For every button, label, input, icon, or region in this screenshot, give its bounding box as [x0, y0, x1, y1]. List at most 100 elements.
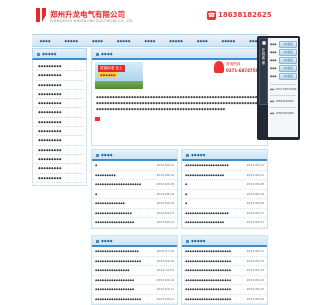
- nav-item[interactable]: ◆◆◆◆: [84, 39, 110, 43]
- list-item[interactable]: ◆◆◆◆◆◆◆◆◆◆◆◆◆◆◆◆ 2013-08-27: [92, 209, 177, 218]
- nav-item[interactable]: ◆◆◆◆: [32, 39, 58, 43]
- qq-contact-row: ◆◆◆ QQ交谈: [270, 64, 297, 72]
- article-left-title: ◆◆◆◆: [101, 238, 113, 243]
- sidebar-item[interactable]: ◆◆◆◆◆◆◆◆◆: [36, 155, 83, 165]
- list-item[interactable]: ◆◆◆◆◆◆◆◆◆◆◆◆◆◆◆◆◆◆◆◆ 2013-08-28: [92, 180, 177, 190]
- news-title[interactable]: ◆◆◆◆◆◆◆◆◆◆◆◆◆◆◆: [95, 266, 157, 275]
- sidebar-item[interactable]: ◆◆◆◆◆◆◆◆◆: [36, 146, 83, 155]
- news-title[interactable]: ◆: [185, 199, 247, 208]
- list-item[interactable]: ◆◆◆◆◆◆◆◆◆◆◆◆◆◆◆◆◆◆◆◆ 2013-08-19: [182, 266, 267, 276]
- news-title[interactable]: ◆◆◆◆◆◆◆◆◆◆◆◆◆◆◆◆◆◆◆◆: [185, 257, 247, 266]
- list-item[interactable]: ◆ 2013-08-29: [182, 190, 267, 199]
- news-title[interactable]: ◆◆◆◆◆◆◆◆◆◆◆◆◆◆◆◆◆◆◆◆: [185, 266, 247, 275]
- news-title[interactable]: ◆◆◆◆◆◆◆◆◆◆◆◆◆◆◆◆◆◆◆: [185, 209, 247, 218]
- more-icon[interactable]: [95, 117, 100, 121]
- sidebar-item[interactable]: ◆◆◆◆◆◆◆◆◆: [36, 62, 83, 72]
- news-title[interactable]: ◆◆◆◆◆◆◆◆◆◆◆◆◆◆◆◆◆◆◆: [95, 247, 157, 256]
- list-item[interactable]: ◆◆◆◆◆◆◆◆◆◆◆◆◆◆◆◆◆◆◆◆ 2013-08-21: [92, 295, 177, 304]
- qq-chat-button[interactable]: QQ交谈: [279, 40, 297, 48]
- news-title[interactable]: ◆◆◆◆◆◆◆◆◆◆◆◆◆◆◆◆◆: [95, 276, 157, 285]
- list-item[interactable]: ◆◆◆◆◆◆◆◆◆◆◆◆◆◆◆◆◆◆◆◆ 2013-08-29: [182, 295, 267, 304]
- news-title[interactable]: ◆◆◆◆◆◆◆◆◆◆◆◆◆◆◆◆◆: [95, 285, 157, 294]
- list-item[interactable]: ◆◆◆◆◆◆◆◆◆◆◆◆◆◆◆◆◆◆◆ 2013-08-21: [182, 161, 267, 171]
- news-title[interactable]: ◆: [95, 161, 157, 170]
- news-date: 2013-08-23: [246, 258, 264, 263]
- qq-chat-button[interactable]: QQ交谈: [279, 48, 297, 56]
- divider: [270, 95, 296, 96]
- news-date: 2013-08-19: [246, 268, 264, 272]
- sidebar-item[interactable]: ◆◆◆◆◆◆◆◆◆: [36, 108, 83, 118]
- nav-item[interactable]: ◆◆◆◆◆: [163, 39, 189, 43]
- sidebar-item[interactable]: ◆◆◆◆◆◆◆◆◆: [36, 164, 83, 174]
- sidebar-item[interactable]: ◆◆◆◆◆◆◆◆◆: [36, 99, 83, 109]
- news-title[interactable]: ◆◆◆◆◆◆◆◆◆◆◆◆◆◆◆◆◆: [95, 218, 157, 227]
- qq-chat-button[interactable]: QQ交谈: [279, 56, 297, 64]
- sidebar-item[interactable]: ◆◆◆◆◆◆◆◆◆: [36, 90, 83, 100]
- sidebar-item[interactable]: ◆◆◆◆◆◆◆◆◆: [36, 81, 83, 90]
- news-date: 2013-07-20: [156, 249, 174, 253]
- about-header: ◆◆◆◆: [92, 49, 267, 60]
- list-item[interactable]: ◆◆◆◆◆◆◆◆◆◆◆◆◆◆◆◆◆◆◆ 2013-07-20: [92, 247, 177, 257]
- sidebar-item[interactable]: ◆◆◆◆◆◆◆◆◆: [36, 174, 83, 183]
- list-item[interactable]: ◆◆◆◆◆◆◆◆◆◆◆◆◆◆◆◆◆ 2014-04-11: [92, 285, 177, 295]
- news-title[interactable]: ◆◆◆◆◆◆◆◆◆◆◆◆◆◆◆◆◆◆◆◆: [185, 285, 247, 294]
- sidebar-item[interactable]: ◆◆◆◆◆◆◆◆◆: [36, 136, 83, 146]
- nav-item[interactable]: ◆◆◆◆◆: [111, 39, 137, 43]
- list-item[interactable]: ◆◆◆◆◆◆◆◆◆◆◆◆◆◆◆◆◆◆◆◆ 2013-08-23: [182, 285, 267, 295]
- news-title[interactable]: ◆◆◆◆◆◆◆◆◆◆◆◆◆: [95, 199, 157, 208]
- page: 郑州升龙电气有限公司 ZHENGZHOU SHENGLONG ELECTRICA…: [32, 0, 272, 305]
- list-item[interactable]: ◆◆◆◆◆◆◆◆◆◆◆◆◆ 2013-08-29: [92, 199, 177, 209]
- news-title[interactable]: ◆◆◆◆◆◆◆◆◆◆◆◆◆◆◆◆◆◆◆◆: [95, 180, 157, 189]
- news-title[interactable]: ◆◆◆◆◆◆◆◆◆: [95, 171, 157, 180]
- news-title[interactable]: ◆◆◆◆◆◆◆◆◆◆◆◆◆◆◆◆◆◆◆◆: [185, 295, 247, 304]
- list-item[interactable]: ◆ 2013-08-29: [92, 190, 177, 199]
- news-title[interactable]: ◆◆◆◆◆◆◆◆◆◆◆◆◆◆◆◆◆◆◆◆: [185, 247, 247, 256]
- list-item[interactable]: ◆◆◆◆◆◆◆◆◆◆◆◆◆◆◆◆◆ 2013-08-21: [92, 218, 177, 228]
- sidebar-item[interactable]: ◆◆◆◆◆◆◆◆◆: [36, 127, 83, 137]
- qq-chat-button[interactable]: QQ交谈: [279, 64, 297, 72]
- nav-item[interactable]: ◆◆◆◆: [137, 39, 163, 43]
- banner-ground: [95, 81, 143, 89]
- list-item[interactable]: ◆◆◆◆◆◆◆◆◆◆◆◆◆◆◆◆◆ 2013-08-21: [182, 171, 267, 180]
- list-item[interactable]: ◆ 2013-08-29: [182, 199, 267, 209]
- list-item[interactable]: ◆◆◆◆◆◆◆◆◆◆◆◆◆◆◆◆◆◆◆◆ 2013-08-22: [182, 276, 267, 285]
- list-item[interactable]: ◆◆◆◆◆◆◆◆◆◆◆◆◆◆◆◆◆◆◆ 2013-08-27: [182, 209, 267, 218]
- qq-chat-button[interactable]: QQ交谈: [279, 72, 297, 80]
- list-item[interactable]: ◆◆◆◆◆◆◆◆◆◆◆◆◆◆◆◆◆◆◆◆ 2013-08-21: [182, 247, 267, 257]
- news-title[interactable]: ◆◆◆◆◆◆◆◆◆◆◆◆◆◆◆◆◆: [185, 218, 247, 227]
- bullet-icon: [96, 52, 99, 56]
- sidebar-item[interactable]: ◆◆◆◆◆◆◆◆◆: [36, 118, 83, 128]
- news-title[interactable]: ◆◆◆◆◆◆◆◆◆◆◆◆◆◆◆◆◆: [185, 171, 247, 180]
- news-title[interactable]: ◆◆◆◆◆◆◆◆◆◆◆◆◆◆◆◆◆◆◆◆: [95, 257, 157, 266]
- online-service-tab[interactable]: 在线客服: [259, 38, 268, 105]
- list-item[interactable]: ◆◆◆◆◆◆◆◆◆◆◆◆◆◆◆◆◆◆◆◆ 2013-08-23: [182, 257, 267, 266]
- divider: [270, 107, 296, 108]
- nav-item[interactable]: ◆◆◆◆◆: [58, 39, 84, 43]
- list-item[interactable]: ◆◆◆◆◆◆◆◆◆◆◆◆◆◆◆◆◆ 2013-08-21: [182, 218, 267, 228]
- list-item[interactable]: ◆◆◆◆◆◆◆◆◆◆◆◆◆◆◆◆◆ 2013-08-19: [92, 276, 177, 285]
- qq-contact-label: ◆◆◆: [270, 74, 277, 78]
- news-title[interactable]: ◆◆◆◆◆◆◆◆◆◆◆◆◆◆◆◆◆◆◆◆: [185, 276, 247, 285]
- list-item[interactable]: ◆◆◆◆◆◆◆◆◆◆◆◆◆◆◆◆◆◆◆◆ 2013-09-25: [92, 257, 177, 266]
- news-date: 2013-08-24: [156, 172, 174, 177]
- banner-headline: 质量标准 至上: [98, 65, 125, 72]
- sidebar-item[interactable]: ◆◆◆◆◆◆◆◆◆: [36, 71, 83, 81]
- bullet-icon: [96, 239, 99, 243]
- news-title[interactable]: ◆: [185, 180, 247, 189]
- news-title[interactable]: ◆: [185, 190, 247, 199]
- nav-item[interactable]: ◆◆◆◆◆: [215, 39, 241, 43]
- list-item[interactable]: ◆◆◆◆◆◆◆◆◆ 2013-08-24: [92, 171, 177, 180]
- news-title[interactable]: ◆◆◆◆◆◆◆◆◆◆◆◆◆◆◆◆◆◆◆: [185, 161, 247, 170]
- list-item[interactable]: ◆◆◆◆◆◆◆◆◆◆◆◆◆◆◆ 2014-12-01: [92, 266, 177, 276]
- news-title[interactable]: ◆: [95, 190, 157, 199]
- list-item[interactable]: ◆ 2013-08-28: [182, 180, 267, 190]
- phone-icon: ☎: [207, 11, 216, 20]
- news-title[interactable]: ◆◆◆◆◆◆◆◆◆◆◆◆◆◆◆◆◆◆◆◆: [95, 295, 157, 304]
- news-right-title: ◆◆◆◆◆: [191, 152, 206, 157]
- nav-item[interactable]: ◆◆◆◆: [189, 39, 215, 43]
- news-date: 2013-08-22: [246, 277, 264, 282]
- news-title[interactable]: ◆◆◆◆◆◆◆◆◆◆◆◆◆◆◆◆: [95, 209, 157, 218]
- news-date: 2013-09-25: [156, 258, 174, 263]
- list-item[interactable]: ◆ 2013-08-21: [92, 161, 177, 171]
- divider: [270, 84, 296, 85]
